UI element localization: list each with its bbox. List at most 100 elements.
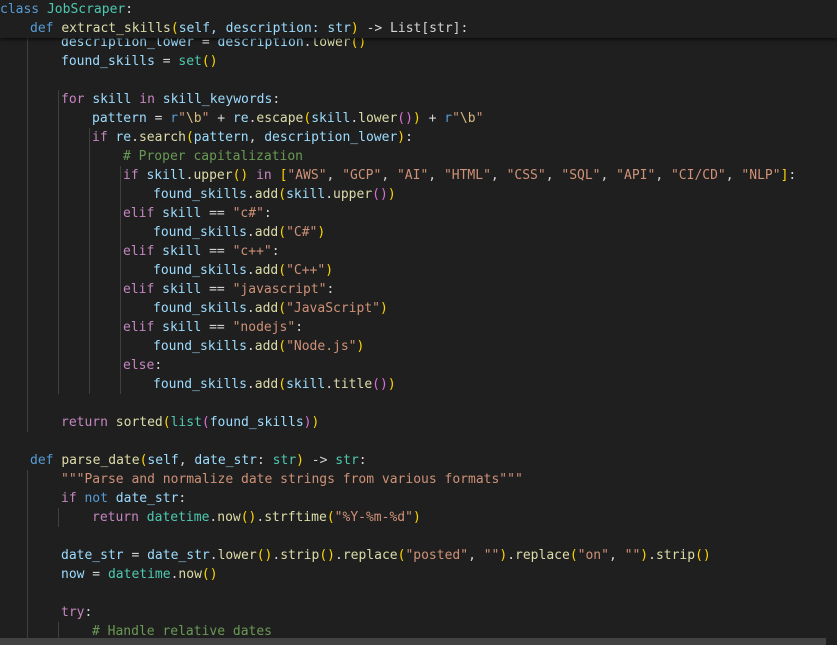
code-token: not: [84, 491, 108, 506]
code-token: .: [325, 187, 334, 202]
sticky-scroll-header[interactable]: class JobScraper: def extract_skills(sel…: [0, 0, 837, 38]
code-token: found_skills: [153, 339, 247, 354]
code-token: "JavaScript": [286, 301, 380, 316]
code-token: +: [420, 111, 445, 126]
code-token: ): [387, 377, 396, 392]
code-token: :: [272, 92, 281, 107]
code-line[interactable]: found_skills.add("JavaScript"): [153, 299, 837, 318]
code-editor[interactable]: class JobScraper: def extract_skills(sel…: [0, 0, 837, 645]
code-token: # Handle relative dates: [92, 624, 273, 639]
code-token: date_str: [147, 548, 210, 563]
code-line[interactable]: elif skill == "javascript":: [123, 280, 837, 299]
code-token: (: [201, 415, 210, 430]
code-line[interactable]: found_skills.add("Node.js"): [153, 337, 837, 356]
code-token: self: [147, 453, 179, 468]
code-token: "posted": [405, 548, 469, 563]
code-token: in: [256, 168, 272, 183]
code-token: ): [325, 263, 334, 278]
code-token: \b: [185, 111, 202, 126]
code-token: strftime: [264, 510, 327, 525]
code-token: .: [209, 548, 218, 563]
code-line[interactable]: # Proper capitalization: [123, 147, 837, 166]
code-line[interactable]: """Parse and normalize date strings from…: [61, 470, 837, 489]
indent-guide: [120, 242, 121, 280]
sticky-class-line[interactable]: class JobScraper:: [0, 0, 837, 19]
code-token: .: [325, 377, 334, 392]
code-token: :: [405, 130, 413, 145]
code-token: :: [178, 491, 187, 506]
code-token: .: [350, 111, 359, 126]
code-line[interactable]: found_skills = set(): [61, 52, 837, 71]
code-line[interactable]: [61, 527, 837, 546]
code-line[interactable]: if not date_str:: [61, 489, 837, 508]
return-annotation: -> List[str]:: [366, 21, 469, 36]
code-token: ==: [201, 206, 233, 221]
code-line[interactable]: if skill.upper() in ["AWS", "GCP", "AI",…: [123, 166, 837, 185]
code-token: .: [272, 548, 281, 563]
code-line[interactable]: [61, 394, 837, 413]
code-token: (: [326, 510, 335, 525]
code-line[interactable]: now = datetime.now(): [61, 565, 837, 584]
code-line[interactable]: found_skills.add("C#"): [153, 223, 837, 242]
code-line[interactable]: return sorted(list(found_skills)): [61, 413, 837, 432]
code-line[interactable]: elif skill == "c#":: [123, 204, 837, 223]
code-token: re: [115, 130, 132, 145]
code-token: skill: [162, 206, 202, 221]
code-line[interactable]: for skill in skill_keywords:: [61, 90, 837, 109]
code-token: =: [146, 111, 171, 126]
code-token: ): [311, 415, 320, 430]
code-token: found_skills: [61, 54, 155, 69]
code-token: ,: [248, 130, 265, 145]
code-line[interactable]: found_skills.add("C++"): [153, 261, 837, 280]
code-line[interactable]: [30, 432, 837, 451]
code-line[interactable]: return datetime.now().strftime("%Y-%m-%d…: [92, 508, 837, 527]
code-token: ==: [201, 244, 233, 259]
code-token: ,: [490, 168, 507, 183]
code-line[interactable]: def parse_date(self, date_str: str) -> s…: [30, 451, 837, 470]
code-line[interactable]: date_str = date_str.lower().strip().repl…: [61, 546, 837, 565]
code-line[interactable]: else:: [123, 356, 837, 375]
code-token: (: [278, 339, 287, 354]
code-token: ,: [468, 548, 484, 563]
code-line[interactable]: if re.search(pattern, description_lower)…: [92, 128, 837, 147]
code-token: # Proper capitalization: [123, 149, 304, 164]
method-params: self, description: str: [178, 21, 351, 36]
code-token: upper: [333, 187, 373, 202]
sticky-method-line[interactable]: def extract_skills(self, description: st…: [30, 19, 837, 38]
code-token: found_skills: [209, 415, 304, 430]
code-token: skill: [146, 168, 186, 183]
code-token: :: [271, 244, 280, 259]
code-token: add: [254, 225, 279, 240]
code-token: date_str: [115, 491, 179, 506]
code-line[interactable]: try:: [61, 603, 837, 622]
code-token: elif: [123, 206, 155, 221]
code-line[interactable]: [61, 71, 837, 90]
code-token: .: [246, 339, 255, 354]
code-token: strip: [655, 548, 696, 563]
code-token: "javascript": [232, 282, 327, 297]
code-line[interactable]: found_skills.add(skill.title()): [153, 375, 837, 394]
code-token: ,: [428, 168, 444, 183]
code-line[interactable]: found_skills.add(skill.upper()): [153, 185, 837, 204]
code-token: (: [278, 301, 287, 316]
code-token: :: [295, 320, 304, 335]
code-token: skill: [286, 187, 326, 202]
indent-guide: [120, 280, 121, 318]
code-token: "CI/CD": [670, 168, 726, 183]
code-line[interactable]: elif skill == "nodejs":: [123, 318, 837, 337]
code-token: "%Y-%m-%d": [334, 510, 413, 525]
class-colon: :: [125, 2, 134, 17]
indent-guide: [27, 33, 28, 432]
open-paren: (: [170, 21, 179, 36]
code-line[interactable]: pattern = r"\b" + re.escape(skill.lower(…: [92, 109, 837, 128]
code-token: .: [246, 377, 255, 392]
code-token: "": [624, 548, 641, 563]
horizontal-scrollbar[interactable]: [0, 638, 826, 645]
code-line[interactable]: [61, 584, 837, 603]
code-token: set: [178, 54, 202, 69]
code-token: ": [452, 111, 460, 126]
code-token: datetime: [146, 510, 210, 525]
code-token: ==: [201, 320, 233, 335]
code-line[interactable]: elif skill == "c++":: [123, 242, 837, 261]
